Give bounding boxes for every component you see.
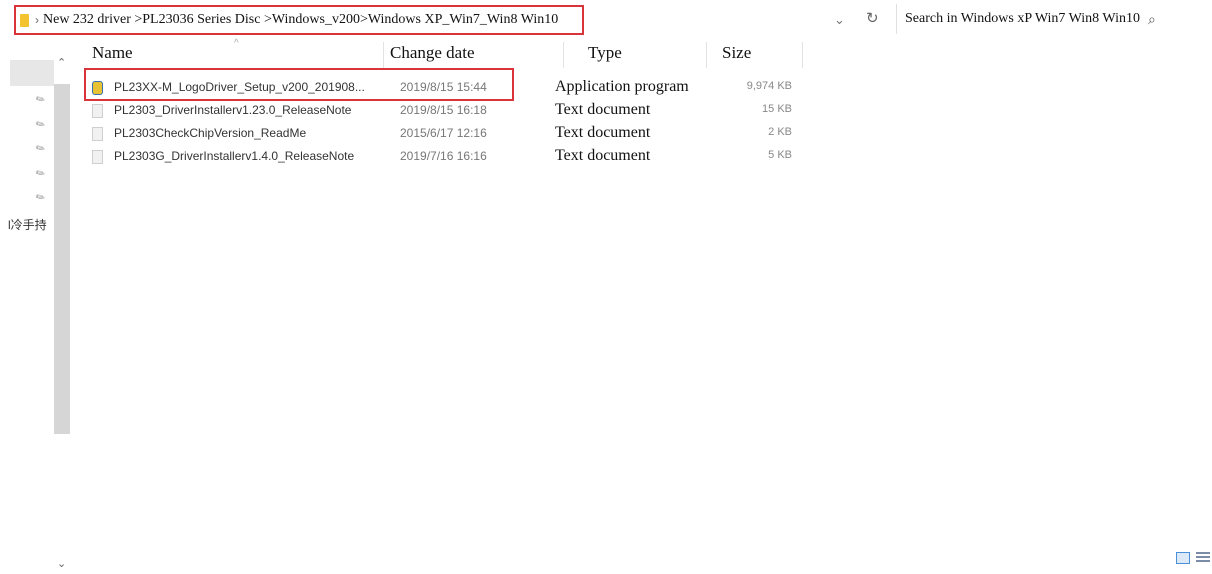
scroll-up-icon[interactable]: ⌃ — [57, 56, 66, 69]
pin-icon[interactable]: ✎ — [33, 117, 48, 132]
file-type: Application program — [555, 78, 689, 95]
refresh-icon[interactable]: ↻ — [866, 9, 879, 27]
file-size: 5 KB — [768, 149, 792, 161]
sort-caret-icon: ^ — [234, 38, 239, 49]
text-file-icon — [92, 104, 103, 118]
column-header-date[interactable]: Change date — [390, 43, 475, 63]
pin-icon[interactable]: ✎ — [33, 92, 48, 107]
file-row[interactable]: PL2303G_DriverInstallerv1.4.0_ReleaseNot… — [92, 147, 802, 167]
file-date: 2015/6/17 12:16 — [400, 126, 487, 140]
column-divider[interactable] — [802, 42, 803, 68]
file-size: 15 KB — [762, 103, 792, 115]
pin-icon[interactable]: ✎ — [33, 166, 48, 181]
file-size: 9,974 KB — [746, 80, 792, 92]
file-type: Text document — [555, 101, 651, 118]
file-name: PL2303G_DriverInstallerv1.4.0_ReleaseNot… — [114, 149, 355, 163]
nav-scrollbar[interactable]: ⌃ ⌄ — [54, 57, 70, 574]
breadcrumb[interactable]: New 232 driver >PL23036 Series Disc >Win… — [43, 12, 558, 28]
text-file-icon — [92, 150, 103, 164]
column-header-name[interactable]: Name — [92, 43, 133, 63]
pin-icon[interactable]: ✎ — [33, 141, 48, 156]
folder-icon — [20, 13, 29, 27]
nav-selected-item[interactable] — [10, 60, 54, 86]
search-placeholder[interactable]: Search in Windows xP Win7 Win8 Win10 — [905, 11, 1140, 27]
file-type: Text document — [555, 124, 651, 141]
chevron-right-icon[interactable]: › — [35, 13, 39, 27]
file-date: 2019/8/15 16:18 — [400, 103, 487, 117]
address-bar[interactable]: › New 232 driver >PL23036 Series Disc >W… — [14, 5, 584, 35]
tiles-view-icon[interactable] — [1196, 552, 1210, 564]
navigation-pane: ✎ ✎ ✎ ✎ ✎ l冷手持 ⌃ ⌄ — [0, 38, 80, 570]
column-divider[interactable] — [563, 42, 564, 68]
pin-icon[interactable]: ✎ — [33, 190, 48, 205]
text-file-icon — [92, 127, 103, 141]
scrollbar-thumb[interactable] — [54, 84, 70, 434]
chevron-down-icon[interactable]: ⌄ — [834, 12, 845, 28]
file-row[interactable]: PL2303CheckChipVersion_ReadMe 2015/6/17 … — [92, 124, 802, 144]
nav-item-label[interactable]: l冷手持 — [8, 216, 47, 233]
column-divider[interactable] — [383, 42, 384, 68]
file-date: 2019/7/16 16:16 — [400, 149, 487, 163]
search-input[interactable]: Search in Windows xP Win7 Win8 Win10 ⌕ — [896, 4, 1212, 34]
file-row[interactable]: PL2303_DriverInstallerv1.23.0_ReleaseNot… — [92, 101, 802, 121]
file-type: Text document — [555, 147, 651, 164]
scroll-down-icon[interactable]: ⌄ — [57, 557, 66, 570]
column-header-size[interactable]: Size — [722, 43, 751, 63]
search-icon[interactable]: ⌕ — [1148, 11, 1156, 28]
column-header-type[interactable]: Type — [588, 43, 622, 63]
details-view-icon[interactable] — [1176, 552, 1190, 564]
column-divider[interactable] — [706, 42, 707, 68]
file-name: PL2303_DriverInstallerv1.23.0_ReleaseNot… — [114, 103, 352, 117]
highlight-box — [84, 68, 514, 101]
file-size: 2 KB — [768, 126, 792, 138]
file-name: PL2303CheckChipVersion_ReadMe — [114, 126, 307, 140]
